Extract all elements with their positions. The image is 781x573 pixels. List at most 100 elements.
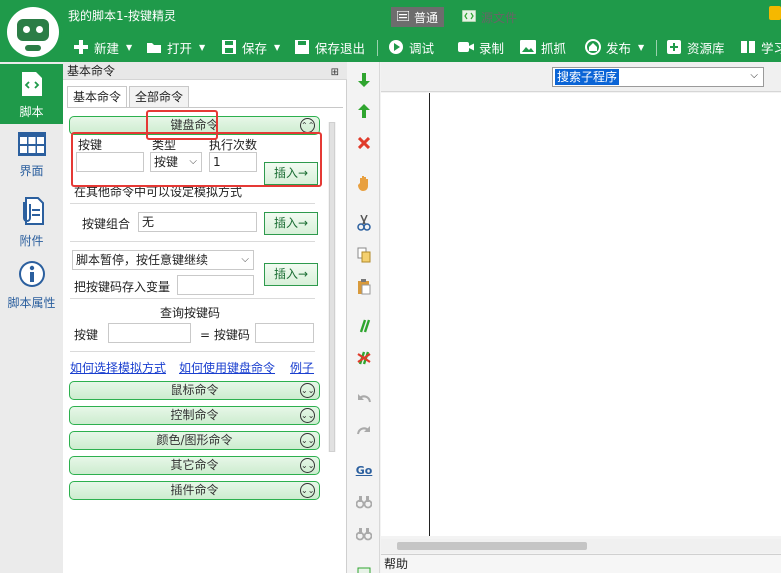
grid-icon (0, 132, 63, 159)
find-icon[interactable] (348, 492, 380, 512)
hand-icon[interactable] (348, 173, 380, 193)
query-code-input[interactable] (255, 323, 314, 343)
save-exit-button[interactable]: 保存退出 (294, 38, 365, 56)
chevron-down-icon: ⌵ (189, 156, 197, 167)
open-button[interactable]: 打开 ▼ (146, 38, 205, 56)
nav-item-attachment[interactable]: 附件 (0, 196, 63, 249)
left-nav: 脚本 界面 附件 脚本属性 (0, 62, 63, 573)
subroutine-select[interactable]: 搜索子程序 ⌵ (552, 67, 764, 87)
link-example[interactable]: 例子 (290, 359, 314, 376)
shield-icon[interactable] (769, 6, 781, 20)
goto-icon[interactable]: Go (348, 460, 380, 480)
snippet-icon[interactable] (348, 562, 380, 573)
expand-icon: ⌄⌄ (300, 458, 315, 473)
record-button[interactable]: 录制 (458, 38, 504, 56)
nav-item-properties[interactable]: 脚本属性 (0, 260, 63, 311)
list-view-icon (396, 10, 410, 24)
key-label: 按键 (78, 138, 103, 152)
resources-button[interactable]: 资源库 (666, 38, 725, 56)
key-input[interactable] (76, 152, 144, 172)
source-code-icon (461, 9, 477, 25)
move-up-icon[interactable] (348, 101, 380, 121)
cut-icon[interactable] (348, 213, 380, 233)
insert-pause-button[interactable]: 插入→ (264, 263, 318, 286)
insert-combo-button[interactable]: 插入→ (264, 212, 318, 235)
link-choose-simulation[interactable]: 如何选择模拟方式 (70, 359, 166, 376)
window-title: 我的脚本1-按键精灵 (68, 9, 176, 23)
chevron-down-icon: ▼ (274, 42, 281, 52)
folder-icon (146, 39, 162, 55)
pause-value: 脚本暂停，按任意键继续 (76, 253, 209, 267)
tab-normal-view[interactable]: 普通 (391, 7, 445, 27)
type-select[interactable]: 按键 ⌵ (150, 152, 202, 172)
save-exit-label: 保存退出 (315, 40, 366, 56)
undo-icon[interactable] (348, 388, 380, 408)
chevron-down-icon: ▼ (638, 42, 645, 52)
uncomment-icon[interactable] (348, 348, 380, 368)
save-exit-icon (294, 39, 310, 55)
section-label: 鼠标命令 (170, 383, 219, 397)
expand-icon: ⌄⌄ (300, 483, 315, 498)
panel-scrollbar-thumb[interactable] (329, 122, 335, 452)
redo-icon[interactable] (348, 420, 380, 440)
panel-title: 基本命令 (67, 64, 116, 78)
keyboard-section-header[interactable]: 键盘命令 ⌃⌃ (69, 116, 320, 135)
new-button[interactable]: 新建 ▼ (73, 38, 132, 56)
mouse-section-header[interactable]: 鼠标命令 ⌄⌄ (69, 381, 320, 400)
times-input[interactable]: 1 (209, 152, 257, 172)
toolbar-divider (656, 40, 657, 56)
publish-button[interactable]: 发布 ▼ (585, 38, 644, 56)
tab-basic-commands[interactable]: 基本命令 (67, 86, 128, 108)
learn-label: 学习 (761, 40, 781, 56)
code-editor[interactable] (381, 93, 781, 536)
query-title: 查询按键码 (160, 306, 221, 320)
combo-input[interactable]: 无 (138, 212, 257, 232)
app-logo-icon[interactable] (4, 4, 62, 60)
divider (70, 298, 315, 299)
simulation-note: 在其他命令中可以设定模拟方式 (74, 185, 243, 199)
editor-hscrollbar[interactable] (381, 539, 781, 553)
plus-box-icon (666, 39, 682, 55)
link-how-use-keyboard[interactable]: 如何使用键盘命令 (179, 359, 275, 376)
editor-hscroll-thumb[interactable] (397, 542, 587, 550)
pin-icon[interactable]: ⊞ (331, 64, 339, 82)
editor-gutter-line (429, 93, 430, 536)
plugin-section-header[interactable]: 插件命令 ⌄⌄ (69, 481, 320, 500)
other-section-header[interactable]: 其它命令 ⌄⌄ (69, 456, 320, 475)
query-key-input[interactable] (108, 323, 191, 343)
open-label: 打开 (167, 40, 193, 56)
tab-source-label: 源文件 (481, 10, 518, 25)
paste-icon[interactable] (348, 277, 380, 297)
nav-item-ui[interactable]: 界面 (0, 132, 63, 179)
tab-source-view[interactable]: 源文件 (456, 7, 523, 27)
debug-button[interactable]: 调试 (388, 38, 434, 56)
panel-header: 基本命令 ⊞ (63, 62, 347, 80)
replace-icon[interactable] (348, 524, 380, 544)
tab-all-commands[interactable]: 全部命令 (129, 86, 190, 108)
divider (70, 203, 315, 204)
divider (70, 241, 315, 242)
nav-item-script[interactable]: 脚本 (0, 64, 63, 124)
expand-icon: ⌄⌄ (300, 433, 315, 448)
info-icon (0, 260, 63, 291)
color-section-header[interactable]: 颜色/图形命令 ⌄⌄ (69, 431, 320, 450)
comment-icon[interactable] (348, 316, 380, 336)
store-var-label: 把按键码存入变量 (74, 280, 171, 294)
store-var-input[interactable] (177, 275, 254, 295)
robot-face (17, 19, 49, 41)
help-panel-title: 帮助 (381, 554, 781, 573)
delete-icon[interactable] (348, 133, 380, 153)
pause-select[interactable]: 脚本暂停，按任意键继续 ⌵ (72, 250, 254, 270)
learn-button[interactable]: 学习 (740, 38, 781, 56)
control-section-header[interactable]: 控制命令 ⌄⌄ (69, 406, 320, 425)
nav-label: 界面 (19, 164, 44, 178)
record-label: 录制 (479, 40, 505, 56)
chevron-down-icon: ▼ (199, 42, 206, 52)
capture-button[interactable]: 抓抓 (520, 38, 566, 56)
chevron-down-icon: ⌵ (241, 254, 249, 265)
save-button[interactable]: 保存 ▼ (221, 38, 280, 56)
move-down-icon[interactable] (348, 70, 380, 90)
copy-icon[interactable] (348, 245, 380, 265)
chevron-down-icon: ▼ (126, 42, 133, 52)
insert-key-button[interactable]: 插入→ (264, 162, 318, 185)
